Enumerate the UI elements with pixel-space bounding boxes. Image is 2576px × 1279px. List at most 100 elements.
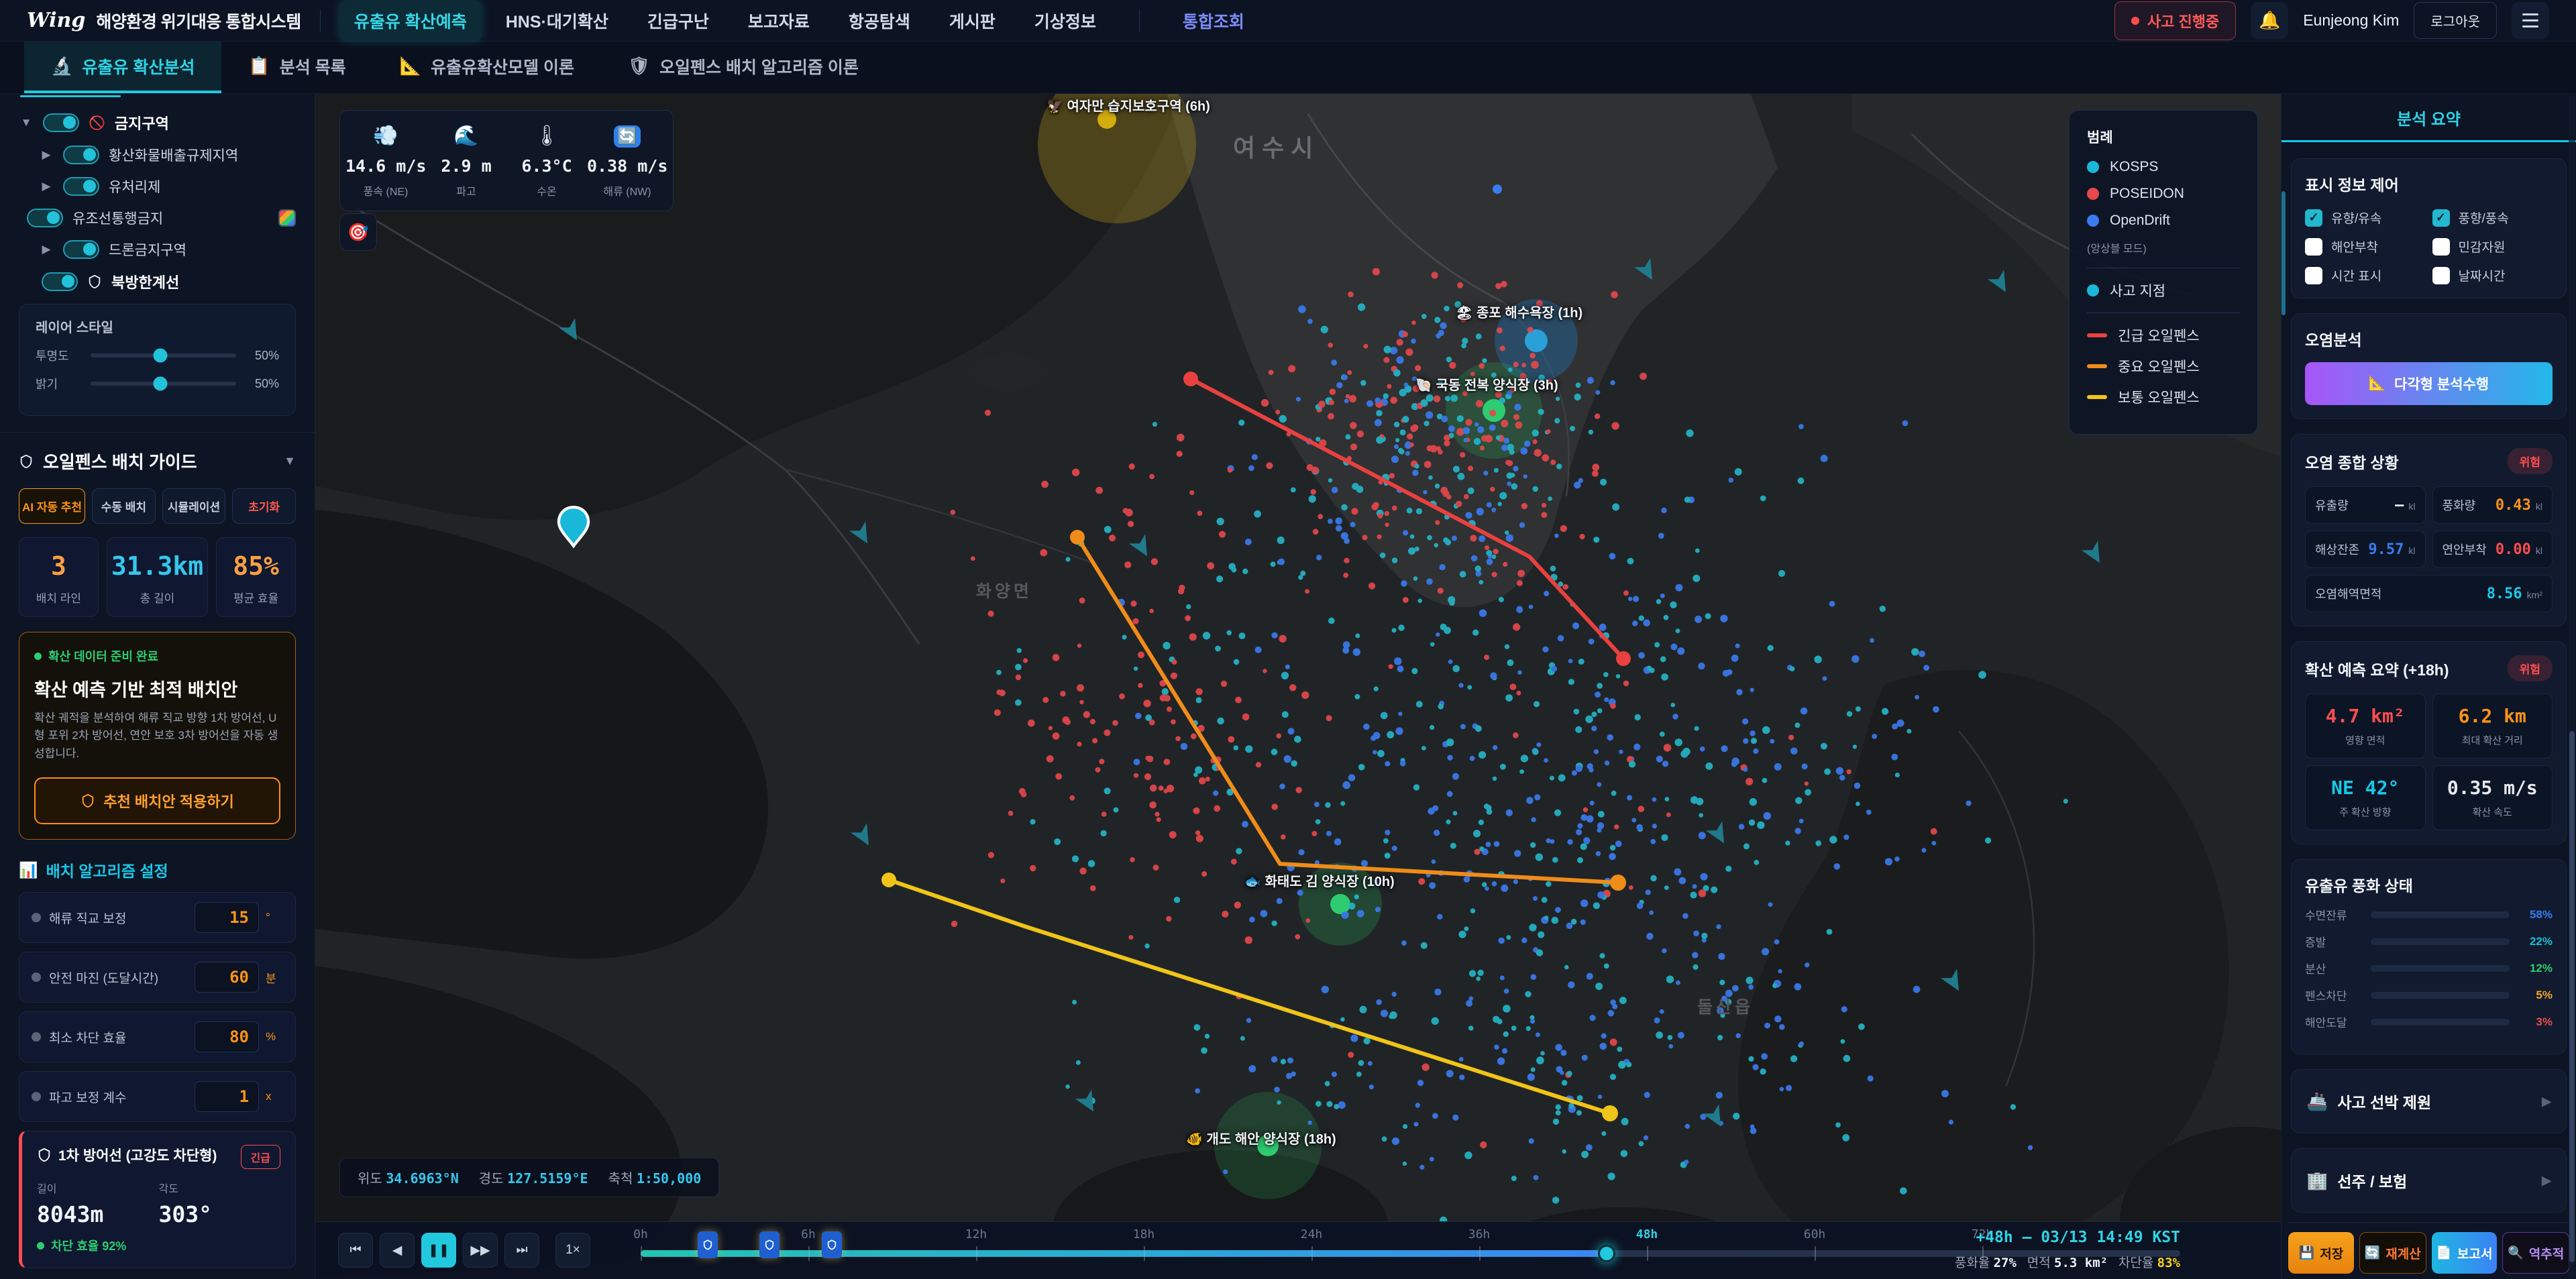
layer-color-swatch[interactable] — [278, 209, 296, 227]
mode-manual-button[interactable]: 수동 배치 — [92, 488, 156, 524]
notification-bell-button[interactable]: 🔔 — [2251, 2, 2288, 40]
app-root: Wing 해양환경 위기대응 통합시스템 유출유 확산예측 HNS·대기확산 긴… — [0, 0, 2576, 1279]
checkbox-datetime[interactable]: 날짜시간 — [2432, 266, 2553, 284]
opacity-slider-row: 투명도 50% — [36, 347, 279, 364]
layer-toggle-tanker-ban[interactable] — [27, 209, 63, 227]
timeline-stat: 면적 5.3 km² — [2027, 1256, 2108, 1270]
save-icon: 💾 — [2299, 1245, 2315, 1261]
tab-diffusion-analysis[interactable]: 🔬유출유 확산분석 — [24, 42, 221, 93]
hamburger-menu-button[interactable] — [2512, 2, 2549, 40]
step-back-button[interactable]: ◀ — [380, 1233, 415, 1268]
owner-insurance-section[interactable]: 🏢 선주 / 보험 ▶ — [2291, 1148, 2567, 1213]
tab-fence-algorithm-theory[interactable]: 🛡오일펜스 배치 알고리즘 이론 — [601, 42, 885, 93]
shield-icon: 🛡 — [628, 56, 650, 76]
checkbox-shoreline[interactable]: 해안부착 — [2305, 237, 2426, 256]
layer-toggle-restricted-zone[interactable] — [43, 113, 79, 132]
setting-input[interactable]: 15 — [195, 902, 259, 933]
timeline-track-area[interactable]: 0h6h12h18h24h36h48h60h72h — [641, 1222, 2180, 1279]
marker-laver-farm[interactable]: 🐟 화태도 김 양식장 (10h) — [1244, 871, 1395, 890]
fast-forward-button[interactable]: ▶▶ — [463, 1233, 498, 1268]
incident-status-badge[interactable]: 사고 진행중 — [2114, 1, 2236, 40]
marker-coastal-farm[interactable]: 🐠 개도 해안 양식장 (18h) — [1186, 1128, 1336, 1148]
skip-end-button[interactable]: ⏭ — [504, 1233, 539, 1268]
checkbox-sensitive[interactable]: 민감자원 — [2432, 237, 2553, 256]
collapse-caret-icon[interactable]: ▼ — [19, 116, 34, 129]
checkbox-time[interactable]: 시간 표시 — [2305, 266, 2426, 284]
marker-abalone-farm[interactable]: 🐚 국동 전복 양식장 (3h) — [1415, 374, 1558, 394]
nav-item-board[interactable]: 게시판 — [934, 1, 1010, 41]
forecast-value: 0.35 m/s — [2437, 777, 2548, 799]
save-button[interactable]: 💾저장 — [2288, 1232, 2354, 1274]
nav-item-integrated-search[interactable]: 통합조회 — [1168, 1, 1259, 41]
sidebar-scrollbar[interactable] — [2569, 95, 2575, 1278]
backtrack-button[interactable]: 🔍역추적 — [2502, 1232, 2569, 1274]
apply-plan-button[interactable]: 추천 배치안 적용하기 — [34, 777, 280, 824]
nav-item-weather-info[interactable]: 기상정보 — [1020, 1, 1111, 41]
layer-row-tanker-ban: 유조선통행금지 — [19, 208, 296, 228]
mode-reset-button[interactable]: 초기화 — [232, 488, 296, 524]
legend-label: OpenDrift — [2110, 213, 2170, 229]
bar-value: 22% — [2519, 935, 2553, 948]
mode-simulation-button[interactable]: 시뮬레이션 — [162, 488, 226, 524]
pause-button[interactable]: ❚❚ — [421, 1233, 456, 1268]
slider-knob[interactable] — [154, 349, 168, 363]
map-legend: 범례 KOSPS POSEIDON OpenDrift (앙상블 모드) 사고 … — [2069, 110, 2258, 435]
report-button[interactable]: 📄보고서 — [2432, 1232, 2498, 1274]
skip-start-button[interactable]: ⏮ — [338, 1233, 373, 1268]
expand-caret-icon[interactable]: ▶ — [39, 243, 54, 256]
tab-model-theory[interactable]: 📐유출유확산모델 이론 — [373, 42, 601, 93]
panel-scrollbar-thumb[interactable] — [2282, 191, 2286, 315]
nav-item-rescue[interactable]: 긴급구난 — [633, 1, 724, 41]
checkbox-current-dir[interactable]: ✓유향/유속 — [2305, 209, 2426, 227]
stat-shore-attached: 연안부착0.00kl — [2432, 531, 2553, 568]
recalculate-button[interactable]: 🔄재계산 — [2359, 1232, 2426, 1274]
legend-label: 보통 오일펜스 — [2118, 387, 2200, 407]
setting-label: 최소 차단 효율 — [32, 1028, 126, 1046]
collapse-caret-icon[interactable]: ▼ — [284, 454, 296, 468]
sub-tabbar: 🔬유출유 확산분석 📋분석 목록 📐유출유확산모델 이론 🛡오일펜스 배치 알고… — [0, 42, 2576, 94]
polygon-analysis-button[interactable]: 📐다각형 분석수행 — [2305, 362, 2553, 405]
defense-line-card-1[interactable]: 1차 방어선 (고강도 차단형) 긴급 길이8043m 각도303° 차단 효율… — [19, 1131, 296, 1268]
layer-toggle-nll[interactable] — [42, 272, 78, 291]
layer-toggle-dispersant[interactable] — [63, 177, 99, 196]
stat-unit: kl — [2408, 545, 2415, 556]
fence-deploy-marker-3[interactable] — [822, 1231, 842, 1258]
polygon-analysis-label: 다각형 분석수행 — [2394, 374, 2489, 394]
fence-deploy-marker-1[interactable] — [698, 1231, 718, 1258]
scrollbar-thumb[interactable] — [2569, 731, 2575, 1262]
setting-input[interactable]: 80 — [195, 1021, 259, 1052]
marker-label: 개도 해안 양식장 (18h) — [1206, 1132, 1336, 1147]
brightness-slider[interactable] — [91, 382, 236, 386]
checkbox-wind-dir[interactable]: ✓풍향/풍속 — [2432, 209, 2553, 227]
current-value: 0.38 m/s — [587, 156, 667, 176]
speed-button[interactable]: 1× — [555, 1233, 590, 1268]
marker-beach[interactable]: 🏖 종포 해수욕장 (1h) — [1456, 302, 1582, 321]
layer-toggle-sox-area[interactable] — [63, 146, 99, 164]
checkbox-label: 민감자원 — [2459, 237, 2506, 256]
nav-item-oil-spill-forecast[interactable]: 유출유 확산예측 — [339, 1, 482, 41]
nav-item-air-search[interactable]: 항공탐색 — [834, 1, 925, 41]
nav-item-hns[interactable]: HNS·대기확산 — [491, 1, 623, 41]
map-canvas[interactable]: 여수시 화양면 돌산읍 🦅 여자만 습지보호구역 (6h) 🏖 종포 해수욕장 … — [315, 94, 2281, 1279]
fence-deploy-marker-2[interactable] — [759, 1231, 780, 1258]
vessel-spec-section[interactable]: 🚢 사고 선박 제원 ▶ — [2291, 1069, 2567, 1133]
legend-label: POSEIDON — [2110, 186, 2184, 202]
backtrack-label: 역추적 — [2529, 1244, 2564, 1262]
map-base-svg — [315, 94, 2281, 1279]
target-tool-button[interactable]: 🎯 — [339, 213, 377, 251]
opacity-slider[interactable] — [91, 353, 236, 357]
expand-caret-icon[interactable]: ▶ — [39, 180, 54, 193]
setting-input[interactable]: 60 — [195, 962, 259, 993]
logout-button[interactable]: 로그아웃 — [2414, 2, 2497, 39]
thermometer-icon: 🌡 — [506, 124, 587, 151]
current-label: 해류 (NW) — [587, 182, 667, 199]
timeline-handle[interactable] — [1598, 1245, 1615, 1262]
mode-ai-auto-button[interactable]: AI 자동 추천 — [19, 488, 85, 524]
layer-toggle-drone-ban[interactable] — [63, 240, 99, 259]
tab-analysis-list[interactable]: 📋분석 목록 — [221, 42, 372, 93]
slider-knob[interactable] — [154, 377, 168, 391]
marker-wetland[interactable]: 🦅 여자만 습지보호구역 (6h) — [1046, 95, 1210, 115]
nav-item-reports[interactable]: 보고자료 — [733, 1, 824, 41]
setting-input[interactable]: 1 — [195, 1081, 259, 1112]
expand-caret-icon[interactable]: ▶ — [39, 148, 54, 162]
